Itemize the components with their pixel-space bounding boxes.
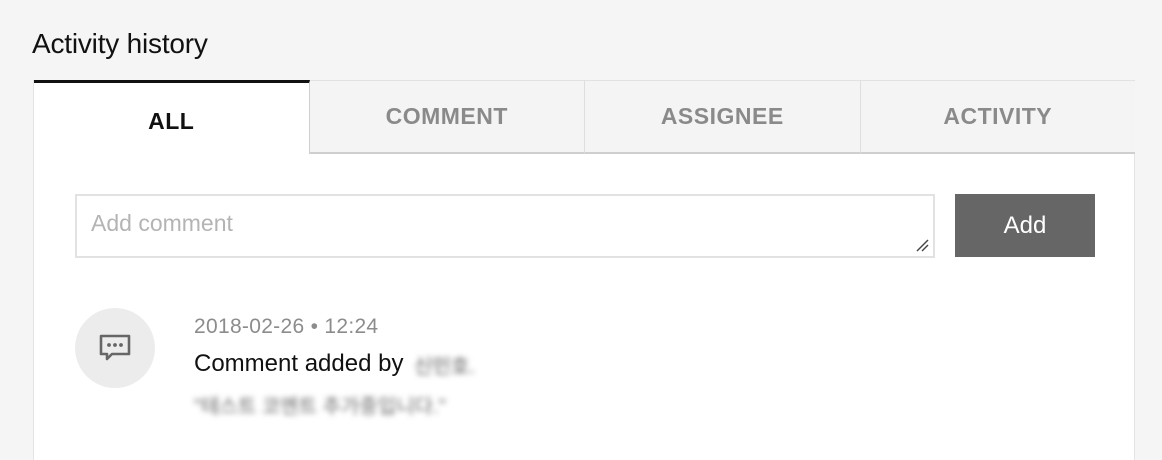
activity-message-prefix: Comment added by [194, 350, 404, 377]
tab-activity[interactable]: ACTIVITY [860, 80, 1135, 154]
activity-date: 2018-02-26 [194, 315, 305, 338]
tab-assignee[interactable]: ASSIGNEE [585, 80, 861, 154]
comment-placeholder: Add comment [91, 210, 233, 236]
activity-item: 2018-02-26 • 12:24 Comment added by 신민호.… [75, 308, 1075, 448]
activity-avatar [75, 308, 155, 388]
comment-icon [99, 334, 131, 361]
comment-input[interactable]: Add comment [75, 194, 935, 258]
activity-comment-text: "테스트 코멘트 추가중입니다." [194, 396, 446, 418]
tab-all[interactable]: ALL [34, 80, 310, 154]
add-comment-button[interactable]: Add [955, 194, 1095, 257]
activity-panel: ALL COMMENT ASSIGNEE ACTIVITY Add commen… [33, 80, 1135, 460]
tab-comment[interactable]: COMMENT [309, 80, 585, 154]
section-title: Activity history [32, 28, 208, 59]
activity-author: 신민호. [414, 356, 475, 379]
activity-time: 12:24 [324, 315, 379, 338]
timestamp-separator: • [310, 315, 319, 338]
activity-tabs: ALL COMMENT ASSIGNEE ACTIVITY [34, 80, 1135, 154]
resize-grip-icon[interactable] [915, 238, 929, 252]
activity-message: Comment added by 신민호. [194, 350, 475, 379]
activity-timestamp: 2018-02-26 • 12:24 [194, 315, 378, 339]
